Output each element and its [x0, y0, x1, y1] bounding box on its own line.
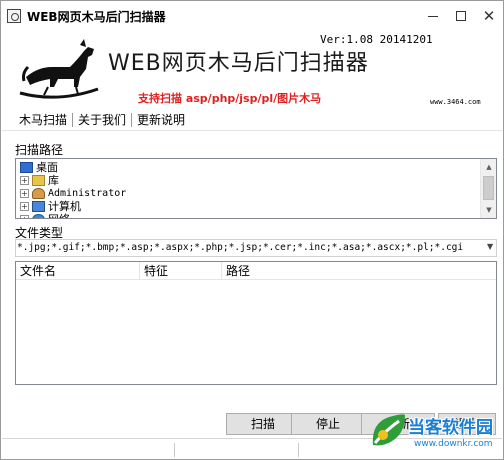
results-list[interactable]: 文件名 特征 路径	[15, 261, 497, 385]
minimize-button[interactable]	[419, 5, 447, 27]
stop-button[interactable]: 停止	[291, 413, 365, 435]
banner-title: WEB网页木马后门扫描器	[108, 51, 369, 76]
app-window: WEB网页木马后门扫描器 ✕ Ver:1.08 20141201 WEB网页木马…	[0, 0, 504, 460]
tab-update-notes[interactable]: 更新说明	[132, 111, 190, 128]
watermark: 当客软件园 www.downkr.com	[364, 407, 504, 459]
expand-icon[interactable]: +	[20, 175, 29, 185]
column-header-feature[interactable]: 特征	[140, 262, 222, 280]
watermark-text: 当客软件园	[408, 418, 493, 438]
scan-button[interactable]: 扫描	[226, 413, 300, 435]
expand-icon[interactable]: +	[20, 188, 29, 198]
column-header-path[interactable]: 路径	[222, 262, 496, 280]
watermark-url: www.downkr.com	[414, 439, 493, 449]
maximize-icon	[456, 11, 466, 21]
app-icon	[7, 9, 21, 23]
tree-item-network[interactable]: + 网络	[20, 211, 70, 218]
leaf-logo-icon	[372, 414, 405, 446]
scroll-down-icon[interactable]: ▼	[481, 202, 496, 218]
library-icon	[32, 174, 45, 186]
tree-item-library[interactable]: + 库	[20, 173, 59, 187]
column-header-filename[interactable]: 文件名	[16, 262, 140, 280]
network-icon	[32, 213, 45, 218]
menu-bar: 木马扫描 关于我们 更新说明	[2, 109, 502, 131]
title-bar: WEB网页木马后门扫描器 ✕	[1, 1, 503, 31]
tab-trojan-scan[interactable]: 木马扫描	[14, 111, 72, 128]
scan-path-label: 扫描路径	[15, 143, 64, 157]
user-folder-icon	[32, 187, 45, 199]
scroll-thumb[interactable]	[483, 176, 494, 200]
banner-site: www.3464.com	[430, 98, 481, 106]
file-type-combobox[interactable]: *.jpg;*.gif;*.bmp;*.asp;*.aspx;*.php;*.j…	[15, 239, 497, 257]
desktop-icon	[20, 161, 33, 173]
banner: Ver:1.08 20141201 WEB网页木马后门扫描器 支持扫描 asp/…	[2, 31, 502, 109]
scroll-up-icon[interactable]: ▲	[481, 159, 496, 175]
tree-scrollbar[interactable]: ▲ ▼	[480, 159, 496, 218]
status-divider	[174, 443, 175, 457]
window-title: WEB网页木马后门扫描器	[27, 10, 166, 24]
tree-item-label: 网络	[48, 211, 70, 218]
close-button[interactable]: ✕	[475, 5, 503, 27]
expand-icon[interactable]: +	[20, 214, 29, 218]
tab-about-us[interactable]: 关于我们	[73, 111, 131, 128]
chevron-down-icon[interactable]: ▼	[487, 242, 493, 251]
expand-icon[interactable]: +	[20, 201, 29, 211]
folder-tree[interactable]: 桌面 + 库 + Administrator + 计算机 + 网络 ▲ ▼	[15, 158, 497, 219]
tree-item-label: Administrator	[48, 187, 127, 199]
minimize-icon	[428, 15, 438, 17]
rocking-horse-logo	[19, 39, 99, 99]
results-header: 文件名 特征 路径	[16, 262, 496, 280]
close-icon: ✕	[482, 6, 496, 25]
computer-icon	[32, 200, 45, 212]
status-divider	[298, 443, 299, 457]
banner-subtitle: 支持扫描 asp/php/jsp/pl/图片木马	[138, 92, 322, 105]
maximize-button[interactable]	[447, 5, 475, 27]
